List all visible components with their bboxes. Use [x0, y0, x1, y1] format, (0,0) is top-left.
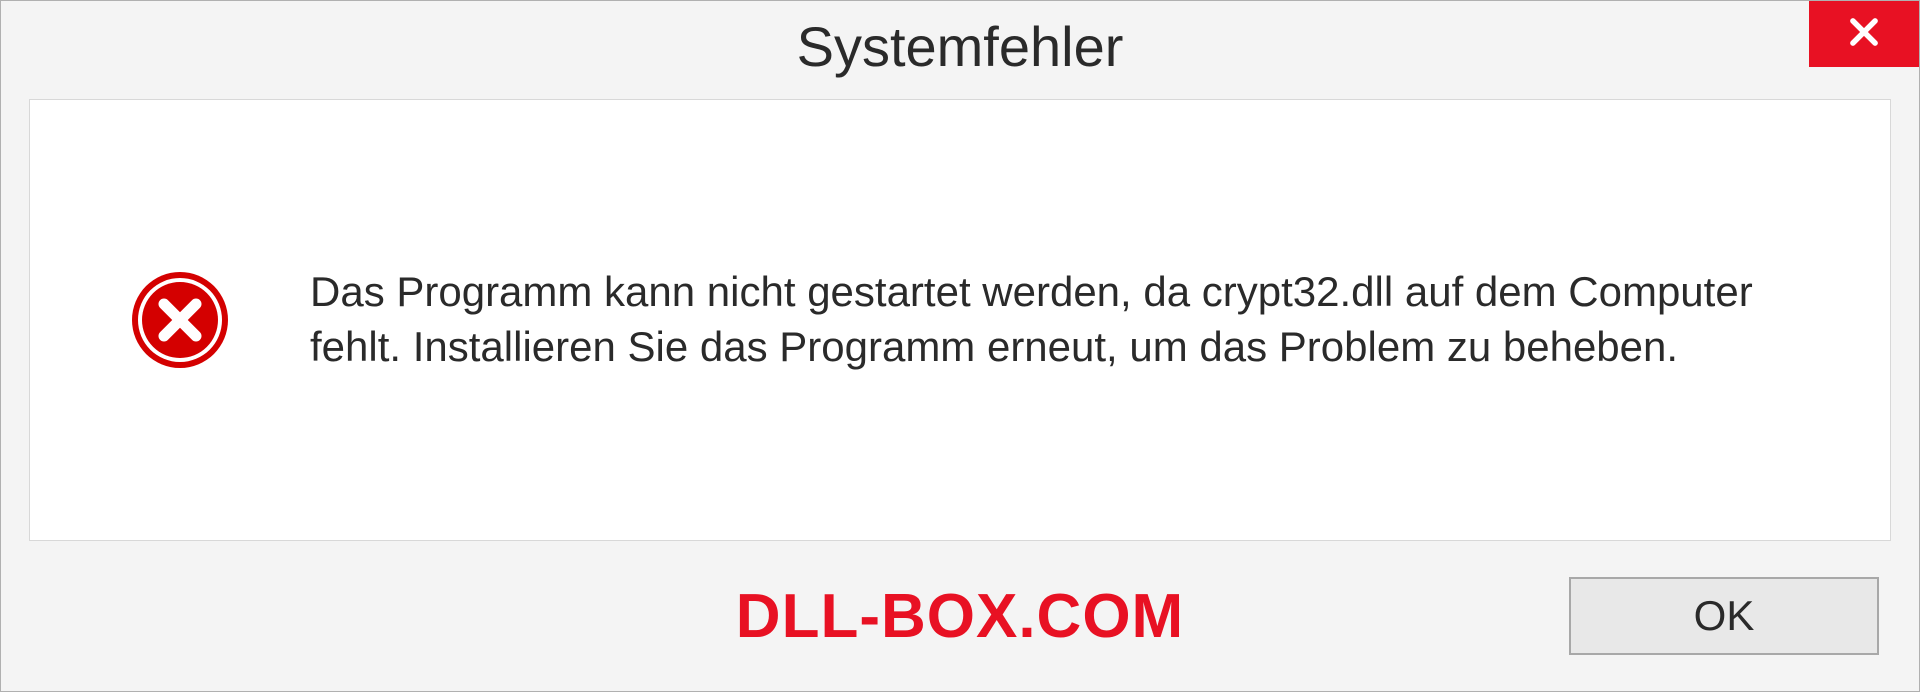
close-icon — [1845, 13, 1883, 56]
close-button[interactable] — [1809, 1, 1919, 67]
error-message: Das Programm kann nicht gestartet werden… — [310, 265, 1810, 374]
ok-button[interactable]: OK — [1569, 577, 1879, 655]
dialog-title: Systemfehler — [797, 14, 1124, 79]
dialog-footer: DLL-BOX.COM OK — [1, 541, 1919, 691]
watermark-text: DLL-BOX.COM — [736, 581, 1184, 652]
title-bar: Systemfehler — [1, 1, 1919, 91]
error-icon — [130, 270, 230, 370]
content-area: Das Programm kann nicht gestartet werden… — [29, 99, 1891, 541]
error-dialog: Systemfehler Das Programm kann nicht ges… — [0, 0, 1920, 692]
